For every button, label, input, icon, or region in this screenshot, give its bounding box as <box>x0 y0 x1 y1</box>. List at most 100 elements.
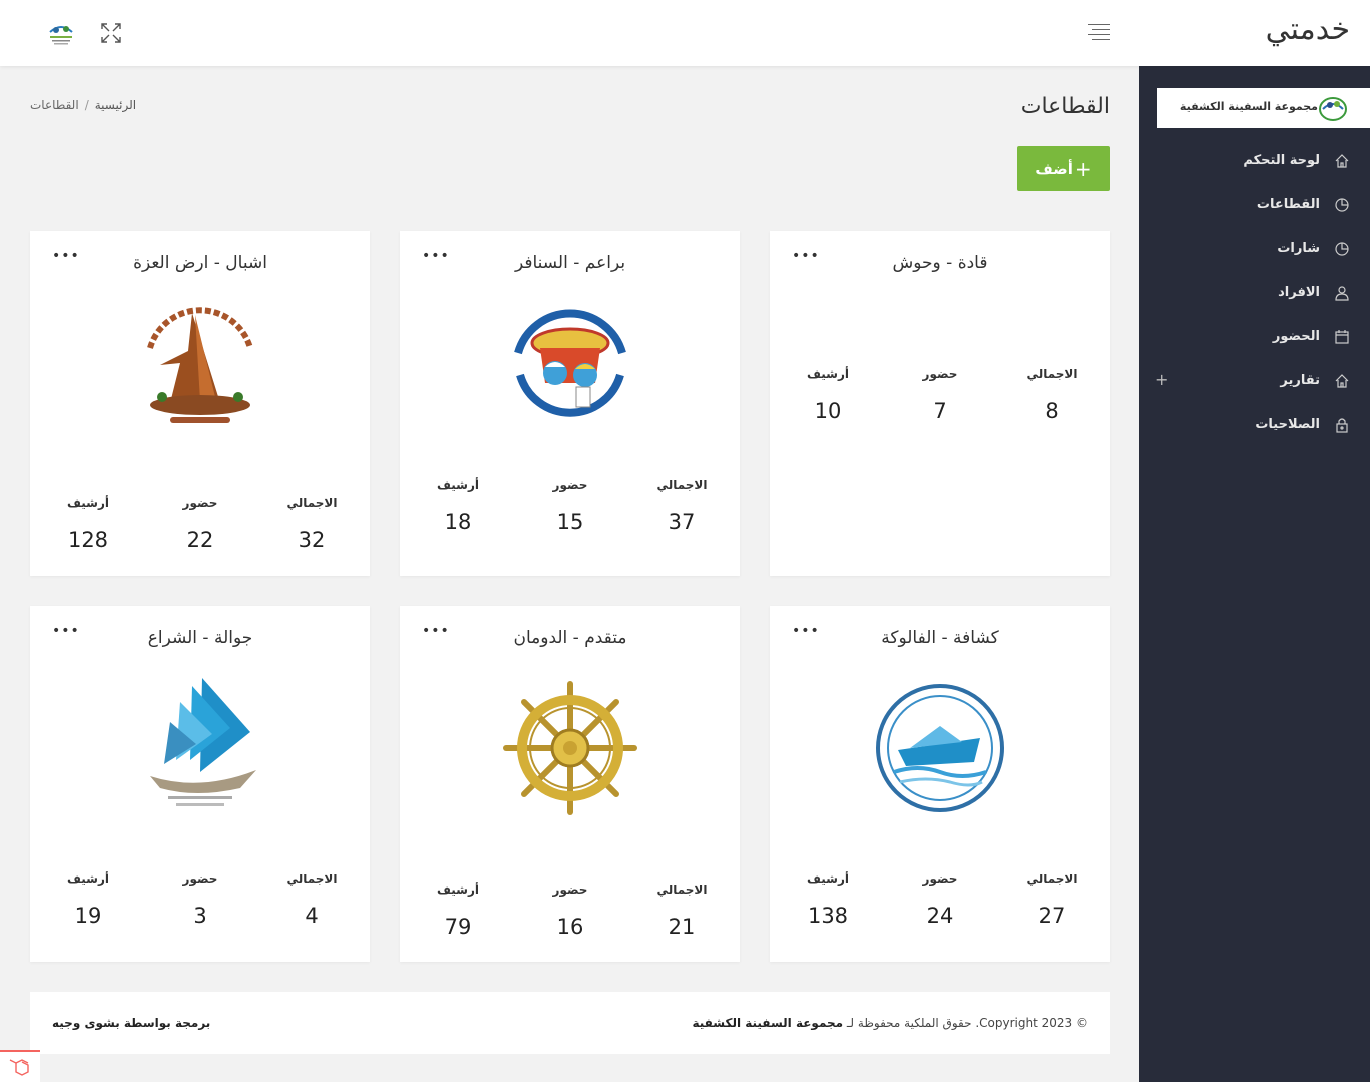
stat-attendance: حضور 22 <box>144 496 256 552</box>
stat-value: 138 <box>807 904 849 928</box>
stat-label: أرشيف <box>436 883 479 897</box>
stat-label: الاجمالي <box>286 496 338 510</box>
stat-label: الاجمالي <box>656 883 708 897</box>
sector-card[interactable]: ••• اشبال - ارض العزة الاجمالي 32 حضور 22 … <box>30 231 370 576</box>
stat-value: 8 <box>1045 399 1059 423</box>
sector-card[interactable]: ••• متقدم - الدومان الاجمالي 21 حضور 16 أر… <box>400 606 740 962</box>
stat-total: الاجمالي 27 <box>996 872 1108 928</box>
sidebar-item-label: الحضور <box>1272 329 1320 344</box>
stat-label: أرشيف <box>806 367 849 381</box>
menu-toggle-icon[interactable] <box>1088 24 1112 44</box>
stat-total: الاجمالي 8 <box>996 367 1108 423</box>
top-bar: خدمتي <box>0 0 1370 66</box>
smurfs-logo <box>504 297 636 429</box>
sidebar-item-members[interactable]: الافراد <box>1139 272 1370 316</box>
footer: © Copyright 2023. حقوق الملكية محفوظة لـ… <box>30 992 1110 1054</box>
sidebar-item-reports[interactable]: + تقارير <box>1139 360 1370 404</box>
stat-label: الاجمالي <box>1026 872 1078 886</box>
sidebar-item-sectors[interactable]: القطاعات <box>1139 184 1370 228</box>
home-icon <box>1335 374 1349 388</box>
stat-value: 4 <box>305 904 319 928</box>
sidebar-logo-text: مجموعة السفينة الكشفية <box>1179 100 1318 113</box>
sector-stats: الاجمالي 8 حضور 7 أرشيف 10 <box>770 367 1110 437</box>
breadcrumb-home-link[interactable]: الرئيسية <box>95 98 136 112</box>
sidebar-item-permissions[interactable]: الصلاحيات <box>1139 404 1370 448</box>
debug-bar-icon[interactable] <box>0 1050 40 1082</box>
footer-copyright: © Copyright 2023. حقوق الملكية محفوظة لـ… <box>692 1016 1088 1030</box>
stat-archive: أرشيف 79 <box>402 883 514 939</box>
sector-stats: الاجمالي 27 حضور 24 أرشيف 138 <box>770 872 1110 942</box>
stat-value: 79 <box>444 915 472 939</box>
stat-value: 32 <box>298 528 326 552</box>
stat-total: الاجمالي 37 <box>626 478 738 534</box>
footer-credit: برمجة بواسطة بشوى وجيه <box>52 1016 211 1030</box>
sail-logo <box>150 678 256 806</box>
stat-value: 24 <box>926 904 954 928</box>
stat-label: حضور <box>922 872 958 886</box>
stat-archive: أرشيف 128 <box>32 496 144 552</box>
group-logo-icon <box>1319 97 1347 121</box>
sector-stats: الاجمالي 21 حضور 16 أرشيف 79 <box>400 883 740 953</box>
breadcrumb-current: القطاعات <box>30 98 79 112</box>
sector-card[interactable]: ••• كشافة - الفالوكة الاجمالي 27 حضور 24 أ… <box>770 606 1110 962</box>
breadcrumb-separator: / <box>84 98 89 112</box>
helm-logo <box>503 681 637 815</box>
lock-icon <box>1336 418 1348 433</box>
stat-value: 3 <box>193 904 207 928</box>
copyright-text: © Copyright 2023. حقوق الملكية محفوظة لـ <box>846 1016 1088 1030</box>
pie-chart-icon <box>1335 242 1349 256</box>
sector-stats: الاجمالي 37 حضور 15 أرشيف 18 <box>400 478 740 548</box>
sector-card[interactable]: ••• براعم - السنافر الاجمالي 37 حضور 15 أر… <box>400 231 740 576</box>
stat-archive: أرشيف 18 <box>402 478 514 534</box>
sidebar-item-label: تقارير <box>1280 373 1320 388</box>
stat-label: حضور <box>182 496 218 510</box>
sector-title: متقدم - الدومان <box>513 628 627 648</box>
sidebar-item-badges[interactable]: شارات <box>1139 228 1370 272</box>
sector-title: كشافة - الفالوكة <box>881 628 999 648</box>
stat-value: 19 <box>74 904 102 928</box>
sector-title: براعم - السنافر <box>514 253 626 273</box>
stat-label: أرشيف <box>66 496 109 510</box>
pie-chart-icon <box>1335 198 1349 212</box>
stat-archive: أرشيف 10 <box>772 367 884 423</box>
stat-archive: أرشيف 138 <box>772 872 884 928</box>
add-sector-button[interactable]: + أضف <box>1017 146 1110 191</box>
stat-value: 10 <box>814 399 842 423</box>
sidebar-logo[interactable]: مجموعة السفينة الكشفية <box>1157 88 1370 128</box>
copyright-owner-link[interactable]: مجموعة السفينة الكشفية <box>692 1016 843 1030</box>
sector-card[interactable]: ••• جوالة - الشراع الاجمالي 4 حضور 3 أرشيف… <box>30 606 370 962</box>
breadcrumb: الرئيسية / القطاعات <box>30 98 136 112</box>
rock-logo <box>147 307 253 423</box>
stat-label: أرشيف <box>806 872 849 886</box>
stat-total: الاجمالي 4 <box>256 872 368 928</box>
stat-attendance: حضور 24 <box>884 872 996 928</box>
sector-title: اشبال - ارض العزة <box>133 253 267 273</box>
stat-value: 15 <box>556 510 584 534</box>
sidebar-item-dashboard[interactable]: لوحة التحكم <box>1139 140 1370 184</box>
sidebar-item-attendance[interactable]: الحضور <box>1139 316 1370 360</box>
expand-plus-icon[interactable]: + <box>1155 370 1168 389</box>
stat-attendance: حضور 7 <box>884 367 996 423</box>
page-title: القطاعات <box>1020 94 1110 119</box>
sidebar-item-label: القطاعات <box>1256 197 1320 212</box>
stat-label: حضور <box>922 367 958 381</box>
stat-value: 27 <box>1038 904 1066 928</box>
stat-label: الاجمالي <box>286 872 338 886</box>
stat-attendance: حضور 16 <box>514 883 626 939</box>
stat-total: الاجمالي 32 <box>256 496 368 552</box>
sidebar-item-label: شارات <box>1277 241 1320 256</box>
avatar[interactable] <box>44 18 78 50</box>
fullscreen-icon[interactable] <box>100 22 122 44</box>
app-brand[interactable]: خدمتي <box>1266 12 1350 47</box>
sector-card[interactable]: ••• قادة - وحوش الاجمالي 8 حضور 7 أرشيف 10 <box>770 231 1110 576</box>
stat-label: الاجمالي <box>1026 367 1078 381</box>
home-icon <box>1335 154 1349 168</box>
stat-value: 7 <box>933 399 947 423</box>
sector-title: جوالة - الشراع <box>147 628 253 648</box>
stat-value: 37 <box>668 510 696 534</box>
boat-logo <box>876 684 1004 812</box>
stat-value: 21 <box>668 915 696 939</box>
stat-value: 18 <box>444 510 472 534</box>
stat-label: أرشيف <box>436 478 479 492</box>
user-icon <box>1335 286 1349 301</box>
